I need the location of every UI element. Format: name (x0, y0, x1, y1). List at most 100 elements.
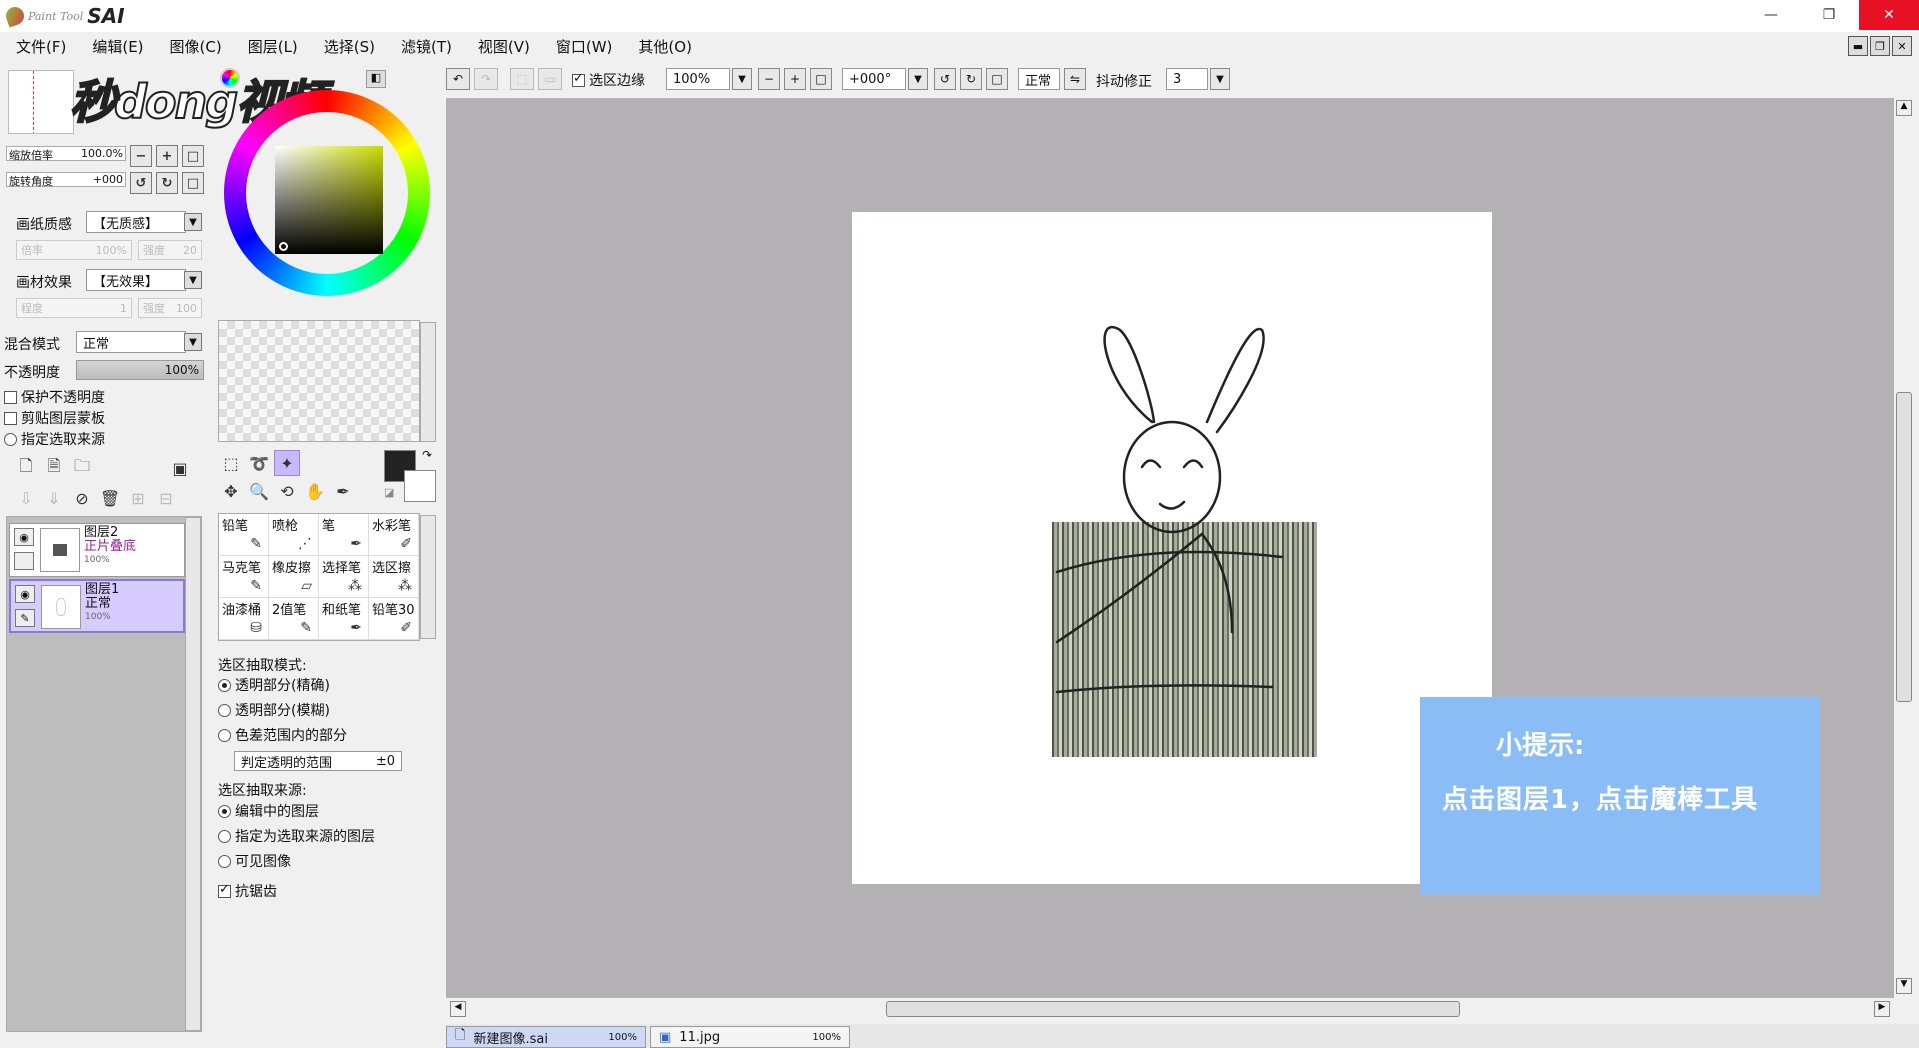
flip-icon[interactable]: ⇋ (1064, 68, 1086, 90)
swatch-scrollbar[interactable] (420, 322, 436, 442)
magic-wand-icon[interactable]: ✦ (274, 450, 300, 476)
deselect-icon[interactable]: ⬚ (510, 68, 534, 90)
stabilizer-field[interactable]: 3 (1166, 68, 1208, 90)
mode-option-precise[interactable]: 透明部分(精确) (218, 674, 330, 696)
source-option-visible[interactable]: 可见图像 (218, 850, 291, 872)
antialias-checkbox[interactable] (218, 882, 231, 898)
layer-mask-icon[interactable]: ▣ (168, 456, 192, 480)
blend-mode-dropdown-icon[interactable]: ▼ (184, 333, 202, 351)
rect-select-icon[interactable]: ⬚ (218, 450, 244, 476)
hand-icon[interactable]: ✋ (302, 478, 328, 504)
toolbar-zoom-reset-button[interactable]: □ (810, 68, 832, 90)
new-folder-icon[interactable]: 🗀 (70, 456, 94, 480)
blend-mode-select[interactable]: 正常 (76, 331, 186, 353)
paper-texture-select[interactable]: 【无质感】 (86, 211, 186, 233)
clear-layer-icon[interactable]: ⊘ (70, 486, 94, 510)
brush-select-eraser[interactable]: 选区擦 ⁂ (369, 556, 419, 598)
antialias-option[interactable]: 抗锯齿 (218, 880, 277, 902)
brush-bucket[interactable]: 油漆桶 ⛁ (219, 598, 269, 640)
brush-scrollbar[interactable] (420, 515, 436, 639)
doc-tab-new-image[interactable]: 🗋 新建图像.sai 100% (446, 1026, 646, 1048)
source-visible-radio[interactable] (218, 854, 231, 868)
texture-strength-field[interactable]: 强度 20 (138, 240, 202, 260)
redo-icon[interactable]: ↷ (474, 68, 498, 90)
effect-degree-field[interactable]: 程度 1 (16, 298, 132, 318)
menu-other[interactable]: 其他(O) (638, 36, 706, 57)
source-specified-radio[interactable] (218, 829, 231, 843)
angle-dropdown-icon[interactable]: ▼ (908, 68, 928, 90)
zoom-field[interactable]: 100% (666, 68, 730, 90)
mdi-minimize-icon[interactable]: ▬ (1848, 36, 1868, 56)
mdi-close-icon[interactable]: ✕ (1892, 36, 1912, 56)
mode-fuzzy-radio[interactable] (218, 703, 231, 717)
horizontal-scroll-thumb[interactable] (886, 1001, 1460, 1017)
selection-source-option[interactable]: 指定选取来源 (4, 428, 105, 450)
mode-precise-radio[interactable] (218, 678, 231, 692)
rotate-cw-button[interactable]: ↻ (156, 172, 178, 194)
rotate-view-icon[interactable]: ⟲ (274, 478, 300, 504)
zoom-reset-button[interactable]: □ (182, 145, 204, 167)
navigator-thumbnail[interactable] (8, 70, 74, 134)
mode-color-range-radio[interactable] (218, 728, 231, 742)
clip-mask-option[interactable]: 剪贴图层蒙板 (4, 407, 105, 429)
brush-pencil[interactable]: 铅笔 ✎ (219, 514, 269, 556)
brush-pencil30[interactable]: 铅笔30 ✐ (369, 598, 419, 640)
toolbar-zoom-in-button[interactable]: + (784, 68, 806, 90)
selection-edge-option[interactable]: 选区边缘 (572, 70, 645, 90)
source-option-specified[interactable]: 指定为选取来源的图层 (218, 825, 375, 847)
menu-file[interactable]: 文件(F) (16, 36, 80, 57)
menu-select[interactable]: 选择(S) (324, 36, 389, 57)
background-color-swatch[interactable] (404, 470, 436, 502)
new-layer-icon[interactable]: 🗋 (14, 456, 38, 480)
zoom-slider[interactable]: 缩放倍率 100.0% (6, 145, 126, 162)
source-current-radio[interactable] (218, 804, 231, 818)
transfer-down-icon[interactable]: ⇩ (14, 486, 38, 510)
merge-down-icon[interactable]: ⇓ (42, 486, 66, 510)
flatten-icon[interactable]: ⊟ (154, 486, 178, 510)
zoom-icon[interactable]: 🔍 (246, 478, 272, 504)
paper-effect-select[interactable]: 【无效果】 (86, 269, 186, 291)
eyedropper-icon[interactable]: ✒ (330, 478, 356, 504)
transparency-range-slider[interactable]: 判定透明的范围 ±0 (234, 751, 402, 771)
zoom-dropdown-icon[interactable]: ▼ (732, 68, 752, 90)
delete-layer-icon[interactable]: 🗑 (98, 486, 122, 510)
close-button[interactable]: ✕ (1859, 0, 1919, 30)
clip-mask-checkbox[interactable] (4, 411, 17, 425)
protect-alpha-option[interactable]: 保护不透明度 (4, 386, 105, 408)
brush-watercolor[interactable]: 水彩笔 ✐ (369, 514, 419, 556)
visibility-eye-icon[interactable]: ◉ (14, 528, 34, 546)
zoom-in-button[interactable]: + (156, 145, 178, 167)
mdi-restore-icon[interactable]: ❐ (1870, 36, 1890, 56)
scroll-left-icon[interactable]: ◀ (450, 1001, 466, 1017)
brush-pen[interactable]: 笔 ✒ (319, 514, 369, 556)
menu-window[interactable]: 窗口(W) (556, 36, 627, 57)
brush-marker[interactable]: 马克笔 ✎ (219, 556, 269, 598)
texture-scale-field[interactable]: 倍率 100% (16, 240, 132, 260)
brush-binary-pen[interactable]: 2值笔 ✎ (269, 598, 319, 640)
brush-eraser[interactable]: 橡皮擦 ▱ (269, 556, 319, 598)
toolbar-zoom-out-button[interactable]: − (758, 68, 780, 90)
rotate-left-icon[interactable]: ↺ (934, 68, 956, 90)
rotate-reset-button[interactable]: □ (182, 172, 204, 194)
brush-select-pen[interactable]: 选择笔 ⁂ (319, 556, 369, 598)
undo-icon[interactable]: ↶ (446, 68, 470, 90)
doc-tab-11jpg[interactable]: ▣ 11.jpg 100% (650, 1026, 850, 1048)
menu-filter[interactable]: 滤镜(T) (401, 36, 466, 57)
color-panel-menu-icon[interactable]: ◧ (366, 70, 386, 88)
layer-lock-toggle[interactable] (14, 552, 34, 570)
visibility-eye-icon[interactable]: ◉ (15, 585, 35, 603)
zoom-out-button[interactable]: − (130, 145, 152, 167)
mode-option-fuzzy[interactable]: 透明部分(模糊) (218, 699, 330, 721)
selection-source-radio[interactable] (4, 432, 17, 446)
minimize-button[interactable]: — (1748, 0, 1794, 30)
canvas-vertical-scrollbar[interactable]: ▲ ▼ (1894, 98, 1916, 998)
maximize-button[interactable]: ❐ (1806, 0, 1852, 30)
scroll-up-icon[interactable]: ▲ (1896, 100, 1912, 116)
rotate-slider[interactable]: 旋转角度 +000 (6, 171, 126, 188)
color-wheel-tab-icon[interactable] (220, 68, 240, 88)
merge-visible-icon[interactable]: ⊞ (126, 486, 150, 510)
toolbar-mode-field[interactable]: 正常 (1018, 68, 1060, 90)
mode-option-color-range[interactable]: 色差范围内的部分 (218, 724, 347, 746)
menu-image[interactable]: 图像(C) (170, 36, 236, 57)
swap-colors-icon[interactable]: ↷ (422, 448, 432, 462)
